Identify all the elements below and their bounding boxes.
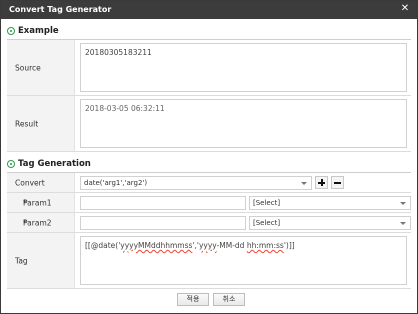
chevron-down-icon	[400, 222, 406, 225]
param1-input[interactable]	[80, 196, 246, 210]
param1-label-cell: * Param1	[7, 193, 75, 212]
tag-textarea[interactable]: [[@date('yyyyMMddhhmmss','yyyy-MM-dd hh:…	[80, 236, 407, 285]
apply-button[interactable]: 적용	[177, 293, 209, 306]
convert-tag-dialog: Convert Tag Generator ✕ Example Source 2…	[0, 0, 418, 314]
source-label: Source	[15, 63, 41, 72]
tag-arg2a: yyyy	[198, 241, 217, 250]
tag-row: Tag [[@date('yyyyMMddhhmmss','yyyy-MM-dd…	[7, 233, 411, 289]
tag-label: Tag	[15, 256, 28, 265]
param1-row: * Param1 [Select]	[7, 193, 411, 213]
param2-label: Param2	[23, 218, 52, 227]
section-bullet-icon	[7, 160, 15, 168]
remove-param-button[interactable]	[331, 176, 344, 189]
cancel-button[interactable]: 취소	[213, 293, 245, 306]
param2-label-cell: * Param2	[7, 213, 75, 232]
tag-arg2c: hh:mm:ss	[246, 241, 284, 250]
title-bar: Convert Tag Generator ✕	[1, 1, 417, 19]
param2-row: * Param2 [Select]	[7, 213, 411, 233]
tag-label-cell: Tag	[7, 233, 75, 288]
convert-label: Convert	[15, 178, 45, 187]
tag-arg1: yyyyMMddhhmmss	[120, 241, 193, 250]
source-label-cell: Source	[7, 40, 75, 95]
convert-value: date('arg1','arg2')	[84, 179, 148, 187]
source-textarea[interactable]: 20180305183211	[80, 43, 407, 92]
dialog-title: Convert Tag Generator	[9, 5, 112, 14]
convert-label-cell: Convert	[7, 173, 75, 192]
convert-row: Convert date('arg1','arg2')	[7, 173, 411, 193]
param2-select-value: [Select]	[253, 219, 281, 227]
result-label: Result	[15, 119, 39, 128]
tag-generation-section-header: Tag Generation	[7, 158, 91, 170]
param2-input[interactable]	[80, 216, 246, 230]
section-bullet-icon	[7, 27, 15, 35]
param1-select-value: [Select]	[253, 199, 281, 207]
example-section-header: Example	[7, 25, 59, 37]
chevron-down-icon	[400, 202, 406, 205]
param1-select[interactable]: [Select]	[249, 196, 411, 210]
add-param-button[interactable]	[315, 176, 328, 189]
result-label-cell: Result	[7, 96, 75, 151]
tag-generation-heading: Tag Generation	[18, 159, 91, 169]
result-textarea: 2018-03-05 06:32:11	[80, 99, 407, 148]
tag-generation-table: Convert date('arg1','arg2') * Param1 [Sel…	[7, 172, 411, 289]
tag-suffix: ')]]	[283, 241, 295, 250]
example-heading: Example	[18, 26, 59, 36]
convert-select[interactable]: date('arg1','arg2')	[80, 176, 312, 190]
example-table: Source 20180305183211 Result 2018-03-05 …	[7, 39, 411, 152]
tag-arg2b: -MM-dd	[216, 241, 247, 250]
tag-prefix: [[@date('	[85, 241, 121, 250]
minus-icon	[334, 182, 341, 184]
param1-label: Param1	[23, 198, 52, 207]
result-row: Result 2018-03-05 06:32:11	[7, 96, 411, 152]
source-row: Source 20180305183211	[7, 40, 411, 96]
param2-select[interactable]: [Select]	[249, 216, 411, 230]
chevron-down-icon	[301, 182, 307, 185]
close-icon[interactable]: ✕	[399, 3, 411, 15]
